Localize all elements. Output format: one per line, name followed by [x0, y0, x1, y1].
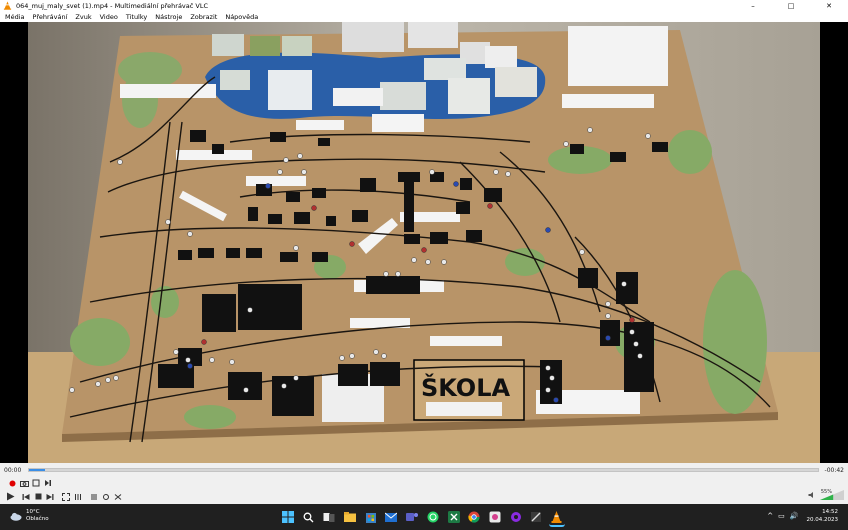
- play-icon: [6, 492, 14, 501]
- gear-icon: [510, 512, 521, 522]
- volume-percent: 55%: [820, 489, 832, 495]
- clock[interactable]: 14:52 20.04.2023: [807, 508, 839, 524]
- previous-icon: [22, 493, 30, 500]
- fullscreen-icon: [62, 492, 70, 501]
- seek-progress: [29, 469, 45, 471]
- elapsed-time: 00:00: [4, 467, 22, 474]
- teams-button[interactable]: [404, 509, 420, 525]
- vlc-taskbar-button[interactable]: [548, 509, 565, 527]
- menu-subtitles[interactable]: Titulky: [122, 13, 151, 21]
- app-tools-button[interactable]: [528, 509, 544, 525]
- taskbar-apps: [280, 509, 570, 527]
- close-button[interactable]: ✕: [810, 0, 848, 11]
- paper-label: [120, 84, 216, 98]
- fullscreen-button[interactable]: [60, 491, 72, 503]
- remaining-time: -00:42: [824, 467, 844, 474]
- mail-icon: [385, 512, 398, 522]
- mail-button[interactable]: [383, 509, 399, 525]
- equalizer-icon: [75, 493, 81, 500]
- playlist-button[interactable]: [88, 491, 100, 503]
- task-view-button[interactable]: [321, 509, 337, 525]
- menu-audio[interactable]: Zvuk: [71, 13, 95, 21]
- whatsapp-button[interactable]: [425, 509, 441, 525]
- title-bar: 064_muj_maly_svet (1).mp4 - Multimediáln…: [0, 0, 848, 11]
- tools-icon: [531, 512, 542, 522]
- video-area[interactable]: ŠKOLA: [0, 22, 848, 463]
- taskbar: 10°C Oblačno ^ ▭ 🔊 14:52 20.04.2023: [0, 504, 848, 530]
- photos-button[interactable]: [487, 509, 503, 525]
- teams-icon: [406, 513, 419, 521]
- window-title: 064_muj_maly_svet (1).mp4 - Multimediáln…: [16, 1, 209, 10]
- file-explorer-button[interactable]: [342, 509, 358, 525]
- next-icon: [46, 493, 54, 500]
- snapshot-button[interactable]: [18, 477, 30, 489]
- store-icon: [365, 513, 376, 523]
- legend-sheet: [568, 26, 668, 86]
- clock-date: 20.04.2023: [806, 517, 839, 523]
- volume-tray-icon[interactable]: 🔊: [790, 512, 799, 520]
- weather-condition: Oblačno: [26, 516, 49, 522]
- play-button[interactable]: [4, 491, 16, 503]
- menu-view[interactable]: Zobrazit: [186, 13, 221, 21]
- menu-media[interactable]: Média: [0, 13, 29, 21]
- window-controls: – □ ✕: [734, 0, 848, 11]
- speaker-icon[interactable]: [808, 491, 816, 499]
- start-button[interactable]: [280, 509, 296, 525]
- shuffle-button[interactable]: [112, 491, 124, 503]
- clock-time: 14:52: [822, 509, 838, 515]
- camera-icon: [19, 480, 29, 487]
- maximize-button[interactable]: □: [772, 0, 810, 11]
- chrome-button[interactable]: [466, 509, 482, 525]
- taskbar-search[interactable]: [301, 509, 317, 525]
- menu-bar: Média Přehrávání Zvuk Video Titulky Nást…: [0, 11, 848, 22]
- chrome-icon: [468, 511, 480, 523]
- windows-logo-icon: [282, 511, 294, 523]
- playlist-icon: [91, 494, 97, 499]
- store-button[interactable]: [363, 509, 379, 525]
- volume-control[interactable]: 55%: [808, 489, 844, 500]
- control-row-bottom: [0, 489, 848, 504]
- photos-icon: [489, 511, 501, 523]
- minimize-button[interactable]: –: [734, 0, 772, 11]
- frame-step-button[interactable]: [42, 477, 54, 489]
- network-icon[interactable]: ▭: [778, 512, 785, 520]
- school-label: ŠKOLA: [421, 372, 511, 402]
- vlc-cone-icon: [551, 511, 562, 523]
- loop-button[interactable]: [100, 491, 112, 503]
- video-frame: ŠKOLA: [0, 22, 848, 463]
- excel-icon: [447, 511, 460, 523]
- folder-icon: [344, 512, 357, 522]
- whatsapp-icon: [427, 511, 439, 523]
- loop-icon: [103, 493, 109, 500]
- system-tray: ^ ▭ 🔊 14:52 20.04.2023: [767, 508, 838, 524]
- volume-level: [820, 494, 834, 500]
- weather-widget[interactable]: 10°C Oblačno: [10, 509, 49, 523]
- record-button[interactable]: [6, 477, 18, 489]
- seek-bar[interactable]: [28, 468, 819, 472]
- tray-overflow-icon[interactable]: ^: [767, 512, 773, 520]
- weather-temperature: 10°C: [26, 509, 40, 515]
- excel-button[interactable]: [446, 509, 462, 525]
- record-icon: [9, 480, 15, 486]
- frame-step-icon: [45, 480, 51, 486]
- cloud-icon: [10, 512, 22, 521]
- next-button[interactable]: [44, 491, 56, 503]
- previous-button[interactable]: [20, 491, 32, 503]
- extended-settings-button[interactable]: [72, 491, 84, 503]
- stop-button[interactable]: [32, 491, 44, 503]
- app-purple-button[interactable]: [508, 509, 524, 525]
- menu-playback[interactable]: Přehrávání: [29, 13, 72, 21]
- task-view-icon: [323, 512, 335, 522]
- menu-help[interactable]: Nápověda: [221, 13, 262, 21]
- shuffle-icon: [114, 493, 122, 500]
- search-icon: [303, 512, 314, 522]
- menu-video[interactable]: Video: [96, 13, 122, 21]
- menu-tools[interactable]: Nástroje: [151, 13, 186, 21]
- loop-ab-icon: [32, 479, 40, 487]
- control-row-top: [0, 477, 848, 489]
- seek-row: 00:00 -00:42: [0, 463, 848, 477]
- vlc-cone-icon: [3, 1, 12, 10]
- loop-ab-button[interactable]: [30, 477, 42, 489]
- stop-icon: [35, 493, 41, 500]
